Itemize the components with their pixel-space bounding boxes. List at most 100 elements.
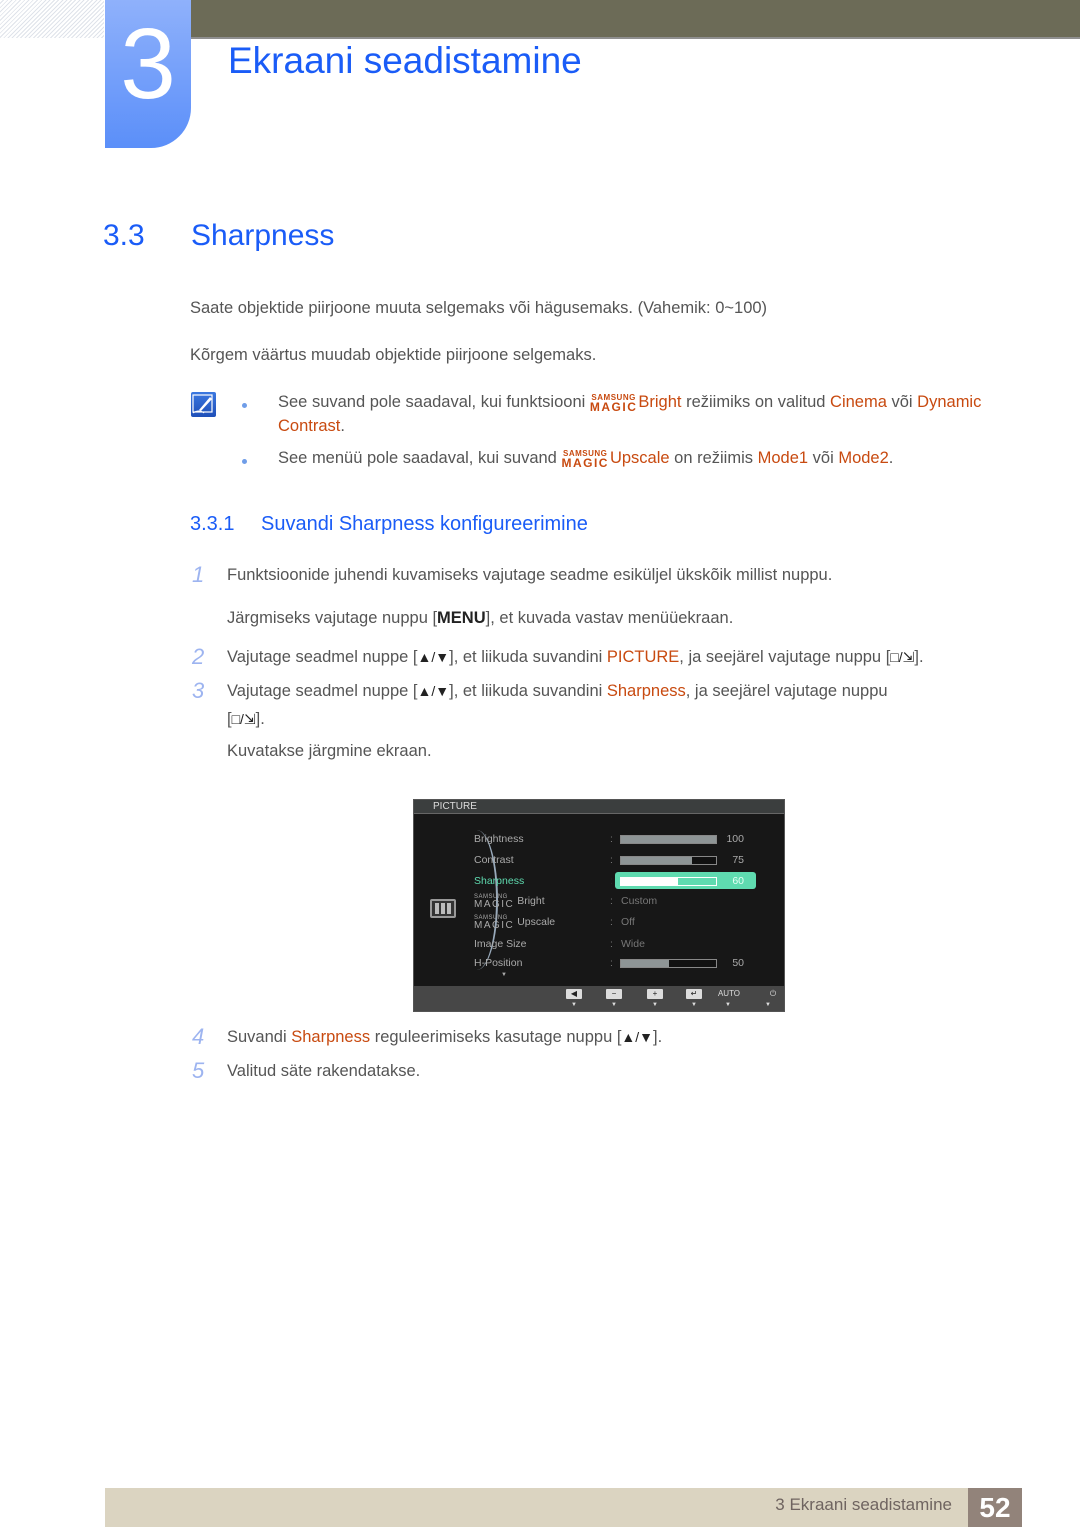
- chapter-title: Ekraani seadistamine: [228, 40, 582, 81]
- osd-colon: :: [610, 833, 613, 845]
- intro-paragraph-1: Saate objektide piirjoone muuta selgemak…: [190, 299, 768, 317]
- auto-icon[interactable]: AUTO: [716, 989, 742, 999]
- option-dynamic: Dynamic: [917, 393, 982, 411]
- step-4-text: Suvandi Sharpness reguleerimiseks kasuta…: [227, 1028, 663, 1046]
- option-mode1: Mode1: [757, 449, 809, 467]
- step-3-text-2: [□/⇲].: [227, 710, 265, 728]
- power-icon[interactable]: ⏻: [760, 989, 786, 999]
- osd-row-image-size[interactable]: Image Size: Wide: [474, 935, 774, 953]
- osd-button-arrow-icon: ▼: [571, 1002, 577, 1008]
- note-bullet: [242, 459, 247, 464]
- osd-row-label: H-Position: [474, 957, 523, 969]
- osd-value: Off: [621, 916, 635, 928]
- picture-highlight: PICTURE: [606, 648, 680, 666]
- step-3-text-3: Kuvatakse järgmine ekraan.: [227, 742, 432, 760]
- section-number: 3.3: [103, 219, 145, 252]
- osd-button-arrow-icon: ▼: [725, 1002, 731, 1008]
- samsung-magic-logo: SAMSUNG MAGIC: [561, 449, 609, 470]
- header-hatch-pattern: [0, 0, 104, 38]
- note-feature-bright: Bright: [638, 393, 682, 411]
- osd-slider-bar[interactable]: [620, 835, 717, 844]
- osd-button-arrow-icon: ▼: [691, 1002, 697, 1008]
- osd-colon: :: [610, 854, 613, 866]
- up-down-key-icon: ▲/▼: [621, 1029, 654, 1045]
- step-1-text-2: Järgmiseks vajutage nuppu [MENU], et kuv…: [227, 609, 734, 627]
- osd-value: Custom: [621, 895, 658, 907]
- osd-button-arrow-icon: ▼: [765, 1002, 771, 1008]
- osd-row-label: SAMSUNG MAGIC Upscale: [474, 915, 556, 931]
- osd-slider-fill: [621, 857, 693, 864]
- left-icon[interactable]: ◀: [566, 989, 582, 999]
- osd-row-bright[interactable]: SAMSUNG MAGIC Bright: Custom: [474, 892, 774, 910]
- step-1-text: Funktsioonide juhendi kuvamiseks vajutag…: [227, 566, 833, 584]
- osd-header: PICTURE: [414, 800, 784, 814]
- osd-slider-fill: [621, 878, 678, 885]
- section-title: Sharpness: [191, 219, 335, 252]
- osd-value: 50: [732, 957, 744, 969]
- samsung-magic-logo: SAMSUNG MAGIC: [589, 393, 638, 414]
- osd-button-arrow-icon: ▼: [611, 1002, 617, 1008]
- osd-row-h-position[interactable]: H-Position: 50: [474, 954, 774, 972]
- plus-icon[interactable]: +: [647, 989, 663, 999]
- note-feature-upscale: Upscale: [609, 449, 670, 467]
- osd-row-label: Sharpness: [474, 875, 525, 887]
- option-mode2: Mode2: [838, 449, 889, 467]
- osd-value: 75: [732, 854, 744, 866]
- note-1-continued: Contrast.: [278, 417, 345, 435]
- note-bullet: [242, 403, 247, 408]
- option-cinema: Cinema: [830, 393, 887, 411]
- step-number: 1: [192, 562, 205, 587]
- step-5-text: Valitud säte rakendatakse.: [227, 1062, 421, 1080]
- subsection-title: Suvandi Sharpness konfigureerimine: [261, 513, 588, 535]
- step-number: 3: [192, 678, 205, 703]
- chapter-number: 3: [120, 8, 176, 120]
- chapter-tab: 3: [105, 0, 191, 148]
- page-footer: 3 Ekraani seadistamine 52: [105, 1488, 1022, 1527]
- osd-row-contrast[interactable]: Contrast: 75: [474, 851, 774, 869]
- osd-picture-menu: PICTURE Brightness: 100 Contrast: 75 Sharpne…: [413, 799, 785, 1012]
- step-3-text: Vajutage seadmel nuppe [▲/▼], et liikuda…: [227, 682, 888, 700]
- minus-icon[interactable]: −: [606, 989, 622, 999]
- source-enter-key-icon: □/⇲: [890, 649, 915, 665]
- osd-colon: :: [610, 895, 613, 907]
- osd-slider-bar[interactable]: [620, 856, 717, 865]
- osd-row-label: SAMSUNG MAGIC Bright: [474, 894, 545, 910]
- up-down-key-icon: ▲/▼: [417, 683, 450, 699]
- up-down-key-icon: ▲/▼: [417, 649, 450, 665]
- osd-slider-bar[interactable]: [620, 877, 717, 886]
- osd-slider-bar[interactable]: [620, 959, 717, 968]
- samsung-magic-logo: SAMSUNG MAGIC: [474, 915, 515, 931]
- osd-slider-fill: [621, 960, 669, 967]
- sharpness-highlight: Sharpness: [606, 682, 686, 700]
- osd-row-label: Image Size: [474, 938, 527, 950]
- osd-row-label: Brightness: [474, 833, 524, 845]
- osd-row-brightness[interactable]: Brightness: 100: [474, 830, 774, 848]
- header-bar: [190, 0, 1080, 39]
- step-2-text: Vajutage seadmel nuppe [▲/▼], et liikuda…: [227, 648, 924, 666]
- osd-colon: :: [610, 916, 613, 928]
- osd-value: Wide: [621, 938, 645, 950]
- sharpness-highlight: Sharpness: [291, 1028, 371, 1046]
- source-enter-key-icon: □/⇲: [231, 711, 256, 727]
- osd-button-arrow-icon: ▼: [652, 1002, 658, 1008]
- intro-paragraph-2: Kõrgem väärtus muudab objektide piirjoon…: [190, 346, 597, 364]
- osd-more-arrow-icon: ▼: [501, 972, 507, 978]
- picture-menu-icon: [430, 899, 456, 918]
- samsung-magic-logo: SAMSUNG MAGIC: [474, 894, 515, 910]
- enter-icon[interactable]: ↵: [686, 989, 702, 999]
- osd-row-label: Contrast: [474, 854, 514, 866]
- osd-row-sharpness[interactable]: Sharpness: 60: [474, 872, 774, 890]
- osd-colon: :: [610, 875, 613, 887]
- note-pencil-icon: [191, 392, 216, 417]
- step-number: 2: [192, 644, 205, 669]
- step-number: 5: [192, 1058, 205, 1083]
- osd-button-bar: ◀ ▼ − ▼ + ▼ ↵ ▼ AUTO ▼ ⏻ ▼: [414, 986, 784, 1011]
- osd-title: PICTURE: [433, 801, 477, 812]
- menu-key: MENU: [437, 609, 486, 627]
- note-1: See suvand pole saadaval, kui funktsioon…: [278, 393, 982, 414]
- note-2: See menüü pole saadaval, kui suvand SAMS…: [278, 449, 894, 470]
- footer-chapter-title: 3 Ekraani seadistamine: [775, 1495, 952, 1514]
- step-number: 4: [192, 1024, 205, 1049]
- osd-row-upscale[interactable]: SAMSUNG MAGIC Upscale: Off: [474, 913, 774, 931]
- osd-slider-fill: [621, 836, 716, 843]
